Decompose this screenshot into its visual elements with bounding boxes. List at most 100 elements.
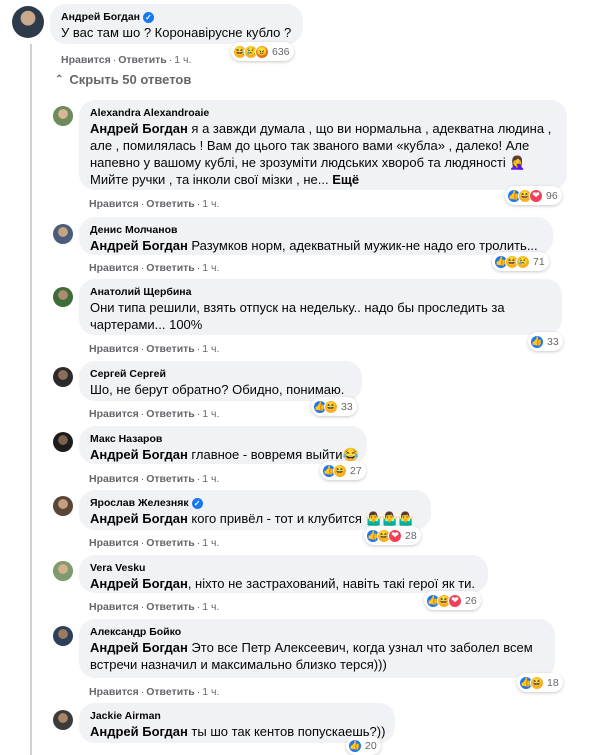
- avatar[interactable]: [53, 224, 73, 244]
- reply-text: Андрей Богдан Это все Петр Алексеевич, к…: [90, 640, 533, 655]
- reply-bubble: Александр Бойко Андрей Богдан Это все Пе…: [79, 619, 555, 678]
- reactions-badge[interactable]: 👍 😆 ❤ 96: [505, 186, 562, 205]
- like-link[interactable]: Нравится: [89, 601, 139, 613]
- reply-author[interactable]: Александр Бойко: [90, 625, 181, 639]
- reactions-badge[interactable]: 👍 😆 😢 71: [492, 252, 549, 271]
- reply-link[interactable]: Ответить: [146, 601, 195, 613]
- thread-line: [30, 44, 32, 755]
- timestamp[interactable]: 1 ч.: [202, 537, 219, 549]
- timestamp[interactable]: 1 ч.: [202, 601, 219, 613]
- timestamp[interactable]: 1 ч.: [202, 686, 219, 698]
- reply-link[interactable]: Ответить: [146, 198, 195, 210]
- like-link[interactable]: Нравится: [89, 473, 139, 485]
- timestamp[interactable]: 1 ч.: [202, 262, 219, 274]
- mention-link[interactable]: Андрей Богдан: [90, 724, 188, 739]
- reply-link[interactable]: Ответить: [146, 408, 195, 420]
- reactions-badge[interactable]: 👍 33: [528, 332, 563, 351]
- reply-bubble: Vera Vesku Андрей Богдан, ніхто не застр…: [79, 555, 488, 593]
- reply-text: Андрей Богдан главное - вовремя выйти😂: [90, 447, 359, 462]
- avatar[interactable]: [53, 367, 73, 387]
- reply-bubble: Jackie Airman Андрей Богдан ты шо так ке…: [79, 703, 395, 743]
- reply-link[interactable]: Ответить: [146, 686, 195, 698]
- like-link[interactable]: Нравится: [89, 262, 139, 274]
- avatar[interactable]: [53, 710, 73, 730]
- reply-author[interactable]: Alexandra Alexandroaie: [90, 106, 209, 120]
- reactions-badge[interactable]: 👍 😆 18: [517, 673, 563, 692]
- reply-actions: Нравится · Ответить · 1 ч.: [89, 408, 220, 420]
- haha-reaction-icon: 😆: [333, 463, 347, 478]
- avatar[interactable]: [53, 287, 73, 307]
- comment-text: У вас там шо ? Коронавірусне кубло ?: [61, 25, 292, 40]
- mention-link[interactable]: Андрей Богдан: [90, 447, 188, 462]
- mention-link[interactable]: Андрей Богдан: [90, 121, 188, 136]
- reply-link[interactable]: Ответить: [118, 54, 167, 66]
- reply-text: Мийте ручки , та інколи свої мізки , не.…: [90, 172, 360, 187]
- reply-author[interactable]: Jackie Airman: [90, 709, 161, 723]
- reaction-count: 96: [546, 189, 558, 202]
- reaction-count: 26: [465, 594, 477, 607]
- like-link[interactable]: Нравится: [89, 686, 139, 698]
- timestamp[interactable]: 1 ч.: [174, 54, 191, 66]
- reply-author[interactable]: Анатолий Щербина: [90, 285, 192, 299]
- mention-link[interactable]: Андрей Богдан: [90, 576, 188, 591]
- reply-text: Андрей Богдан Разумков норм, адекватный …: [90, 238, 538, 253]
- reaction-count: 20: [365, 739, 377, 752]
- reply-text: напевно у вашому кублі, не зрозуміти люд…: [90, 155, 526, 170]
- reply-actions: Нравится · Ответить · 1 ч.: [89, 537, 220, 549]
- reply-link[interactable]: Ответить: [146, 537, 195, 549]
- reply-actions: Нравится · Ответить · 1 ч.: [89, 262, 220, 274]
- avatar[interactable]: [53, 106, 73, 126]
- reply-actions: Нравится · Ответить · 1 ч.: [89, 343, 220, 355]
- timestamp[interactable]: 1 ч.: [202, 343, 219, 355]
- comment-author[interactable]: Андрей Богдан: [61, 10, 140, 24]
- like-link[interactable]: Нравится: [89, 343, 139, 355]
- reply-author[interactable]: Vera Vesku: [90, 561, 145, 575]
- like-link[interactable]: Нравится: [89, 198, 139, 210]
- mention-link[interactable]: Андрей Богдан: [90, 238, 188, 253]
- reply-link[interactable]: Ответить: [146, 262, 195, 274]
- reply-link[interactable]: Ответить: [146, 343, 195, 355]
- reply-bubble: Ярослав Железняк ✓ Андрей Богдан кого пр…: [79, 490, 431, 530]
- reply-text: але , помилялась ! Вам до цього так зван…: [90, 138, 530, 153]
- reply-text: Андрей Богдан кого привёл - тот и клубит…: [90, 511, 415, 526]
- reactions-badge[interactable]: 😆 😢 😠 636: [231, 42, 294, 61]
- like-link[interactable]: Нравится: [89, 408, 139, 420]
- avatar[interactable]: [53, 561, 73, 581]
- verified-badge-icon: ✓: [191, 497, 203, 509]
- like-link[interactable]: Нравится: [61, 54, 111, 66]
- reaction-count: 636: [272, 45, 290, 58]
- reply-link[interactable]: Ответить: [146, 473, 195, 485]
- avatar[interactable]: [53, 626, 73, 646]
- love-reaction-icon: ❤: [448, 593, 462, 608]
- timestamp[interactable]: 1 ч.: [202, 408, 219, 420]
- chevron-up-icon: ⌃: [55, 74, 64, 85]
- reactions-badge[interactable]: 👍 20: [346, 736, 381, 755]
- hide-replies-button[interactable]: ⌃ Скрыть 50 ответов: [55, 72, 191, 87]
- see-more-link[interactable]: Ещё: [332, 172, 359, 187]
- comment-bubble: Андрей Богдан ✓ У вас там шо ? Коронавір…: [50, 4, 303, 44]
- reply-author[interactable]: Макс Назаров: [90, 432, 162, 446]
- reaction-count: 27: [350, 464, 362, 477]
- reply-author[interactable]: Денис Молчанов: [90, 223, 177, 237]
- like-reaction-icon: 👍: [348, 738, 362, 753]
- timestamp[interactable]: 1 ч.: [202, 198, 219, 210]
- reactions-badge[interactable]: 👍 😆 ❤ 28: [364, 526, 421, 545]
- reactions-badge[interactable]: 👍 😆 ❤ 26: [424, 591, 481, 610]
- reply-author[interactable]: Ярослав Железняк: [90, 496, 189, 510]
- verified-badge-icon: ✓: [143, 11, 154, 23]
- reply-text: Андрей Богдан ты шо так кентов попускаеш…: [90, 724, 386, 739]
- like-reaction-icon: 👍: [530, 334, 544, 349]
- reply-author[interactable]: Сергей Сергей: [90, 367, 166, 381]
- like-link[interactable]: Нравится: [89, 537, 139, 549]
- avatar[interactable]: [12, 6, 44, 38]
- reaction-count: 33: [341, 400, 353, 413]
- reactions-badge[interactable]: 👍 😆 33: [311, 397, 357, 416]
- timestamp[interactable]: 1 ч.: [202, 473, 219, 485]
- avatar[interactable]: [53, 432, 73, 452]
- mention-link[interactable]: Андрей Богдан: [90, 640, 188, 655]
- reactions-badge[interactable]: 👍 😆 27: [320, 461, 366, 480]
- mention-link[interactable]: Андрей Богдан: [90, 511, 188, 526]
- reply-actions: Нравится · Ответить · 1 ч.: [89, 601, 220, 613]
- reply-text: Шо, не берут обратно? Обидно, понимаю.: [90, 382, 345, 397]
- avatar[interactable]: [53, 496, 73, 516]
